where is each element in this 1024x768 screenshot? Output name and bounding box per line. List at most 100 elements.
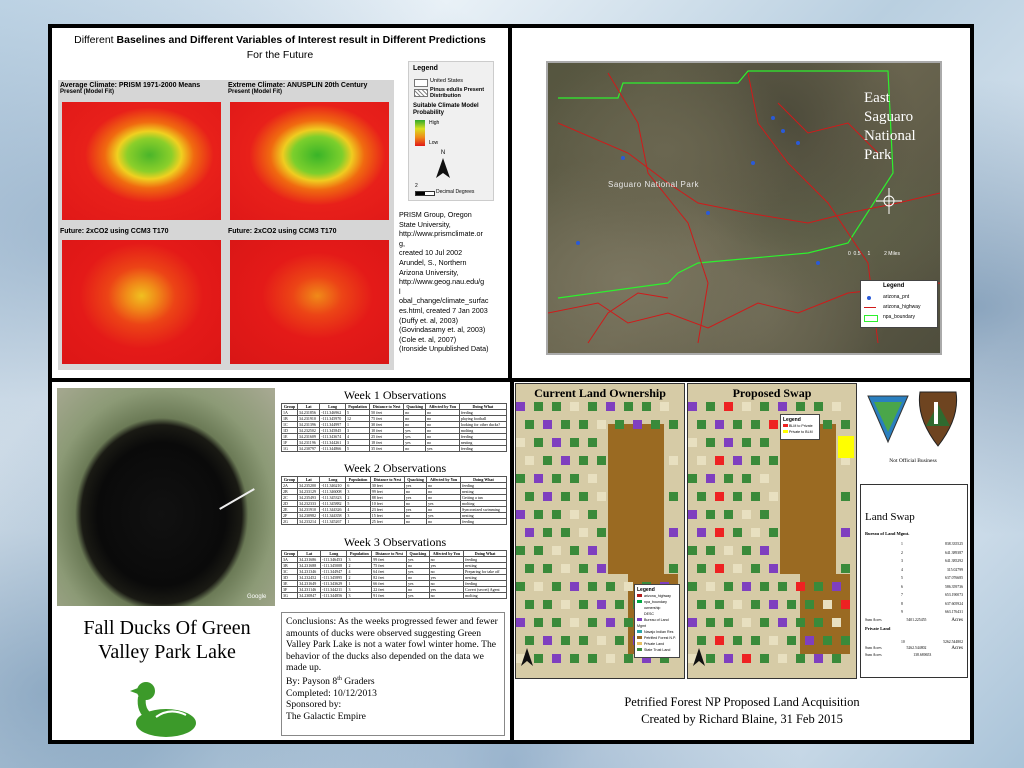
land-parcel — [805, 636, 814, 645]
citation-line: Arundel, S., Northern — [399, 257, 467, 267]
table-cell: 641.389387 — [944, 550, 963, 555]
land-parcel — [760, 618, 769, 627]
land-parcel — [570, 582, 579, 591]
legend-swatch — [637, 600, 642, 603]
legend-high: High — [429, 120, 440, 126]
land-parcel — [606, 654, 615, 663]
land-parcel — [525, 420, 534, 429]
north-arrow-icon — [521, 648, 533, 666]
table-cell: no — [404, 518, 428, 525]
citation-line: PRISM Group, Oregon — [399, 210, 472, 219]
land-parcel — [651, 420, 660, 429]
column-header: Population — [344, 403, 371, 410]
by-suffix: Graders — [341, 676, 375, 688]
proposed-title: Proposed Swap — [732, 386, 812, 400]
map3-title: Future: 2xCO2 using CCM3 T170 — [60, 228, 169, 235]
legend-swatch — [637, 648, 642, 651]
land-parcel — [561, 636, 570, 645]
table-cell: 663.176431 — [944, 610, 963, 614]
legend-us-label: United States — [430, 78, 464, 84]
table-cell: 34.230847 — [297, 592, 322, 599]
legend-swatch — [637, 618, 642, 621]
land-parcel — [715, 636, 724, 645]
land-parcel — [588, 474, 597, 483]
land-parcel — [841, 492, 850, 501]
land-parcel — [724, 546, 733, 555]
table-cell: 641.385292 — [944, 559, 963, 563]
table-row: 2G 34.233214 -111.345267 1 25 feet no no feedin… — [280, 518, 507, 525]
column-header: Quacking — [403, 403, 427, 410]
table-cell: Syncronized swimming — [460, 506, 507, 513]
land-parcel — [570, 402, 579, 411]
private-label: Private Land — [865, 625, 891, 631]
land-parcel — [751, 528, 760, 537]
climate-panel: Different Baselines and Different Variab… — [52, 28, 508, 378]
table-cell: 586.359736 — [944, 584, 963, 589]
land-parcel — [516, 474, 525, 483]
land-parcel — [516, 402, 525, 411]
citation-line: (Duffy et. al, 2003) — [399, 315, 458, 325]
park-title: East Saguaro National Park — [864, 89, 916, 165]
legend-gradient — [415, 120, 425, 146]
legend-swatch — [637, 594, 642, 597]
land-parcel — [751, 420, 760, 429]
sum-label: Sum Acres — [865, 617, 882, 622]
legend-label: arizona_highway — [644, 594, 671, 598]
land-parcel — [733, 564, 742, 573]
blm-row: 1 838.335525 — [865, 540, 963, 549]
blm-row: 6 586.359736 — [865, 583, 963, 592]
land-parcel — [742, 654, 751, 663]
land-parcel — [733, 636, 742, 645]
land-parcel — [688, 546, 697, 555]
blm-row: 9 663.176431 — [865, 608, 963, 617]
land-parcel — [561, 528, 570, 537]
land-parcel — [841, 420, 850, 429]
table-row: 1G 34.230797 -111.344866 5 35 feet no yes feedi… — [281, 445, 508, 452]
legend-swatch — [637, 606, 642, 609]
table-cell: no — [428, 592, 465, 599]
land-parcel — [724, 654, 733, 663]
land-parcel — [561, 420, 570, 429]
swap-label: BLM to Private — [789, 424, 813, 428]
citation-line: es.html, created 7 Jan 2003 — [399, 305, 488, 315]
land-parcel — [561, 456, 570, 465]
land-parcel — [534, 654, 543, 663]
land-parcel — [823, 420, 832, 429]
land-parcel — [688, 582, 697, 591]
land-parcel — [633, 420, 642, 429]
citation-line: (Ironside Unpublished Data) — [399, 344, 489, 354]
sum-label: Sum Acres — [865, 645, 882, 650]
land-parcel — [516, 438, 525, 447]
legend-label: Private Land — [644, 642, 665, 646]
table-cell: 5 — [901, 576, 903, 580]
land-parcel — [669, 456, 678, 465]
column-header: Group — [281, 403, 298, 410]
land-parcel — [688, 618, 697, 627]
table-cell: 34.233214 — [297, 518, 321, 525]
land-parcel — [534, 582, 543, 591]
table-cell: 1G — [281, 445, 298, 452]
land-parcel — [669, 528, 678, 537]
land-parcel — [624, 618, 633, 627]
legend-swatch — [637, 630, 642, 633]
land-parcel — [760, 654, 769, 663]
land-parcel — [597, 528, 606, 537]
point-marker — [706, 211, 710, 215]
table-cell: -111.345267 — [319, 518, 347, 525]
land-parcel — [841, 636, 850, 645]
land-parcel — [796, 654, 805, 663]
land-parcel — [552, 438, 561, 447]
land-parcel — [543, 492, 552, 501]
land-parcel — [525, 528, 534, 537]
blm-row: 2 641.389387 — [865, 549, 963, 558]
land-parcel — [715, 420, 724, 429]
land-parcel — [570, 438, 579, 447]
land-parcel — [552, 618, 561, 627]
legend-swatch — [637, 612, 642, 615]
blm-label: Bureau of Land Mgmt. — [865, 531, 910, 536]
land-parcel — [733, 492, 742, 501]
climate-subtitle: For the Future — [246, 49, 314, 61]
climate-map-grid: Average Climate: PRISM 1971-2000 Means P… — [58, 80, 394, 370]
land-parcel — [832, 618, 841, 627]
proposed-map: Proposed Swap Legend BLM to Private Priv… — [687, 383, 857, 679]
